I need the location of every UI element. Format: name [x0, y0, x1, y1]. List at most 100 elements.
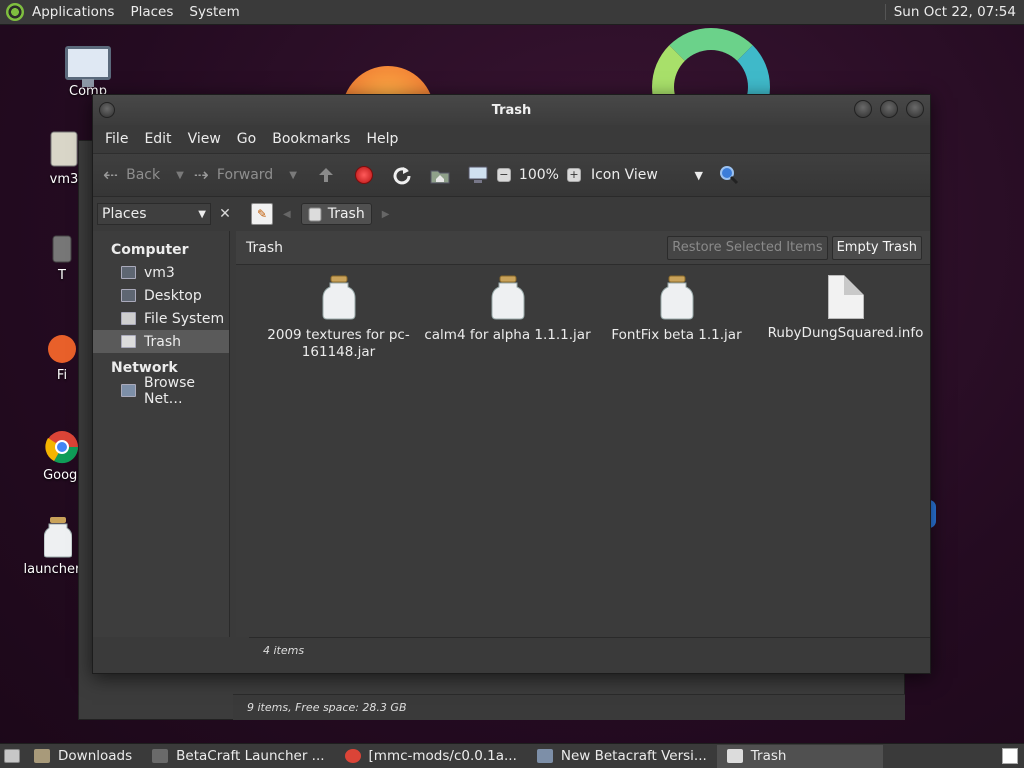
sidebar-item-label: Browse Net…	[144, 374, 195, 407]
jar-icon	[491, 275, 524, 320]
desktop-icon-label: Googl	[43, 468, 81, 483]
menu-file[interactable]: File	[97, 131, 136, 147]
breadcrumb-trash[interactable]: Trash	[300, 203, 372, 225]
minimize-button[interactable]	[854, 100, 872, 118]
forward-history-dropdown-icon[interactable]: ▼	[289, 170, 297, 181]
trash-window[interactable]: Trash File Edit View Go Bookmarks Help ⇠…	[92, 94, 931, 674]
window-titlebar[interactable]: Trash	[93, 95, 930, 125]
forward-button[interactable]: ⇢ Forward ▼	[194, 165, 297, 186]
computer-icon	[468, 166, 488, 183]
applications-menu[interactable]: Applications	[24, 4, 122, 20]
drive-icon	[121, 312, 136, 325]
maximize-button[interactable]	[880, 100, 898, 118]
sidebar-type-select[interactable]: Places ▼	[97, 203, 211, 225]
home-folder-icon	[430, 170, 450, 184]
search-button[interactable]	[717, 163, 741, 187]
menu-bookmarks[interactable]: Bookmarks	[264, 131, 358, 147]
file-name: calm4 for alpha 1.1.1.jar	[424, 327, 591, 343]
sidebar-item-label: Desktop	[144, 287, 202, 304]
zoom-out-button[interactable]: −	[496, 168, 511, 182]
launcher-icon	[152, 749, 169, 763]
back-button[interactable]: ⇠ Back ▼	[103, 165, 184, 186]
sidebar-item-trash[interactable]: Trash	[93, 330, 229, 353]
chrome-icon	[45, 431, 79, 464]
menu-help[interactable]: Help	[358, 131, 406, 147]
view-mode-select[interactable]: Icon View ▼	[591, 167, 703, 183]
sidebar-item-label: File System	[144, 310, 225, 327]
distro-logo-icon[interactable]	[6, 3, 24, 21]
file-name: FontFix beta 1.1.jar	[611, 327, 742, 343]
file-item[interactable]: RubyDungSquared.info	[761, 275, 930, 361]
computer-button[interactable]	[466, 163, 490, 187]
zoom-level[interactable]: 100%	[519, 167, 559, 183]
trash-icon	[726, 749, 743, 763]
menu-go[interactable]: Go	[229, 131, 264, 147]
taskbar-item-label: BetaCraft Launcher ...	[176, 748, 325, 764]
reload-button[interactable]	[390, 163, 414, 187]
edit-location-icon[interactable]: ✎	[251, 203, 273, 225]
file-item[interactable]: FontFix beta 1.1.jar	[592, 275, 761, 361]
empty-trash-button[interactable]: Empty Trash	[831, 235, 922, 260]
taskbar-item-label: [mmc-mods/c0.0.1a...	[368, 748, 517, 764]
home-button[interactable]	[428, 163, 452, 187]
taskbar-item-trash[interactable]: Trash	[716, 744, 883, 768]
reload-icon	[393, 167, 411, 185]
network-icon	[121, 384, 136, 397]
zoom-in-button[interactable]: +	[566, 168, 581, 182]
chevron-down-icon: ▼	[694, 168, 703, 182]
drive-icon	[50, 131, 78, 167]
location-bar: Places ▼ ✕ ✎ ◀ Trash ▶	[93, 197, 930, 231]
document-icon	[827, 275, 864, 319]
back-arrow-icon: ⇠	[103, 164, 119, 186]
taskbar-item-betacraft-launcher[interactable]: BetaCraft Launcher ...	[142, 745, 334, 768]
sidebar-item-label: Trash	[144, 333, 181, 350]
desktop-icon-computer[interactable]: Comp	[48, 46, 128, 99]
sidebar-heading-computer: Computer	[111, 242, 189, 258]
file-name: RubyDungSquared.info	[767, 325, 924, 341]
menubar: File Edit View Go Bookmarks Help	[93, 125, 930, 153]
file-item[interactable]: 2009 textures for pc-161148.jar	[254, 275, 423, 361]
restore-selected-button[interactable]: Restore Selected Items	[667, 235, 828, 260]
clock[interactable]: Sun Oct 22, 07:54	[884, 4, 1024, 20]
computer-icon	[65, 46, 111, 87]
jar-icon	[322, 275, 355, 320]
taskbar-item-downloads[interactable]: Downloads	[24, 745, 142, 768]
status-bar: 4 items	[249, 637, 930, 663]
toolbar: ⇠ Back ▼ ⇢ Forward ▼ − 100% + Icon View …	[93, 153, 930, 197]
trash-icon	[121, 335, 136, 348]
file-item[interactable]: calm4 for alpha 1.1.1.jar	[423, 275, 592, 361]
desktop-folder-icon	[121, 289, 136, 302]
stop-button[interactable]	[352, 163, 376, 187]
places-menu[interactable]: Places	[122, 4, 181, 20]
close-button[interactable]	[906, 100, 924, 118]
taskbar-item-chrome[interactable]: [mmc-mods/c0.0.1a...	[335, 745, 527, 768]
show-desktop-button[interactable]	[0, 745, 24, 768]
background-window-status: 9 items, Free space: 28.3 GB	[233, 694, 905, 720]
taskbar-item-new-betacraft[interactable]: New Betacraft Versi...	[527, 745, 717, 768]
sidebar-item-vm3[interactable]: vm3	[93, 261, 229, 284]
forward-label: Forward	[216, 167, 274, 183]
up-button[interactable]	[314, 163, 338, 187]
trash-icon	[52, 235, 72, 263]
places-sidebar: Computer vm3 Desktop File System Trash N…	[93, 231, 230, 637]
taskbar-item-label: Trash	[750, 748, 787, 764]
menu-view[interactable]: View	[180, 131, 229, 147]
back-history-dropdown-icon[interactable]: ▼	[176, 170, 184, 181]
sidebar-item-browse-network[interactable]: Browse Net…	[93, 375, 229, 407]
window-menu-icon[interactable]	[99, 102, 115, 118]
close-sidebar-icon[interactable]: ✕	[215, 204, 235, 224]
workspace-switcher[interactable]	[1002, 748, 1018, 764]
sidebar-item-file-system[interactable]: File System	[93, 307, 229, 330]
forward-arrow-icon: ⇢	[193, 164, 209, 186]
window-body: Computer vm3 Desktop File System Trash N…	[93, 231, 930, 637]
back-label: Back	[126, 167, 161, 183]
sidebar-item-desktop[interactable]: Desktop	[93, 284, 229, 307]
sidebar-type-label: Places	[102, 206, 147, 222]
system-menu[interactable]: System	[181, 4, 247, 20]
file-view[interactable]: Trash Restore Selected Items Empty Trash…	[236, 231, 930, 637]
breadcrumb-left-arrow-icon[interactable]: ◀	[283, 209, 291, 220]
breadcrumb-right-arrow-icon[interactable]: ▶	[382, 209, 390, 220]
menu-edit[interactable]: Edit	[136, 131, 179, 147]
taskbar-item-label: New Betacraft Versi...	[560, 748, 707, 764]
chrome-icon	[344, 749, 361, 763]
